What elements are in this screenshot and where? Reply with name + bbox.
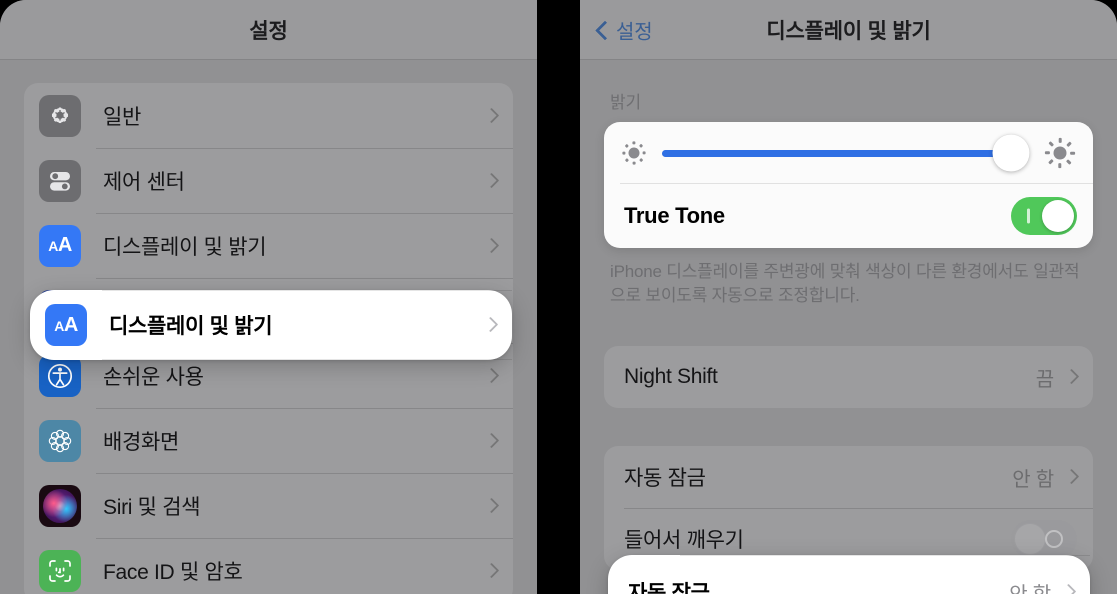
sidebar-item-face-id[interactable]: Face ID 및 암호 — [24, 538, 513, 594]
siri-icon — [39, 484, 81, 527]
sidebar-item-control-center[interactable]: 제어 센터 — [24, 148, 513, 213]
sun-high-icon — [1043, 136, 1077, 170]
chevron-right-icon — [486, 237, 497, 255]
settings-list-scroll[interactable]: 일반 제어 센터 AA 디스플레이 및 밝기 손쉬운 사용 배경화면 Siri … — [0, 83, 537, 594]
chevron-right-icon — [486, 432, 497, 450]
chevron-right-icon — [486, 562, 497, 580]
sidebar-item-label: Siri 및 검색 — [103, 495, 201, 519]
chevron-right-icon — [486, 497, 497, 515]
wallpaper-icon — [39, 419, 81, 462]
sun-low-icon — [620, 139, 648, 167]
display-aa-icon: AA — [45, 304, 87, 346]
display-navbar: 설정 디스플레이 및 밝기 — [580, 0, 1117, 60]
sidebar-item-label: 일반 — [103, 105, 142, 129]
auto-lock-row-highlighted[interactable]: 자동 잠금 안 함 — [608, 555, 1090, 594]
night-shift-row[interactable]: Night Shift 끔 — [604, 346, 1093, 408]
auto-lock-group: 자동 잠금 안 함 들어서 깨우기 — [604, 446, 1093, 571]
settings-navbar: 설정 — [0, 0, 537, 60]
night-shift-label: Night Shift — [624, 365, 718, 389]
true-tone-label: True Tone — [624, 203, 725, 228]
screenshot-root: 설정 일반 제어 센터 AA 디스플레이 및 밝기 손쉬운 사용 배경화면 Si… — [0, 0, 1117, 594]
control-center-icon — [39, 159, 81, 202]
sidebar-item-general[interactable]: 일반 — [24, 83, 513, 148]
display-brightness-panel: 설정 디스플레이 및 밝기 밝기 True Tone iPhone 디스플레이를… — [580, 0, 1117, 594]
sidebar-item-display-brightness-base[interactable]: AA 디스플레이 및 밝기 — [24, 213, 513, 278]
auto-lock-label: 자동 잠금 — [624, 467, 706, 491]
sidebar-item-siri-search[interactable]: Siri 및 검색 — [24, 473, 513, 538]
chevron-right-icon — [1063, 583, 1074, 594]
accessibility-icon — [39, 354, 81, 397]
raise-to-wake-label: 들어서 깨우기 — [624, 529, 744, 553]
sidebar-item-label: 디스플레이 및 밝기 — [103, 235, 267, 259]
sidebar-item-label: 디스플레이 및 밝기 — [109, 315, 273, 338]
brightness-slider-fill — [662, 149, 1011, 157]
settings-list-panel: 설정 일반 제어 센터 AA 디스플레이 및 밝기 손쉬운 사용 배경화면 Si… — [0, 0, 537, 594]
true-tone-footnote: iPhone 디스플레이를 주변광에 맞춰 색상이 다른 환경에서도 일관적으로… — [610, 262, 1080, 306]
raise-to-wake-toggle[interactable] — [1011, 520, 1077, 559]
brightness-slider-row[interactable] — [604, 122, 1093, 184]
sidebar-item-label: 제어 센터 — [103, 170, 185, 194]
toggle-knob — [1014, 523, 1046, 556]
auto-lock-label: 자동 잠금 — [628, 582, 710, 594]
night-shift-group: Night Shift 끔 — [604, 346, 1093, 409]
true-tone-toggle[interactable] — [1011, 197, 1077, 235]
chevron-right-icon — [1066, 368, 1077, 386]
brightness-slider-knob[interactable] — [992, 134, 1030, 172]
page-title: 설정 — [249, 20, 288, 43]
night-shift-value: 끔 — [1035, 368, 1054, 391]
brightness-slider[interactable] — [662, 134, 1030, 172]
chevron-right-icon — [1066, 468, 1077, 486]
chevron-right-icon — [486, 172, 497, 190]
chevron-right-icon — [485, 316, 496, 334]
brightness-section-label: 밝기 — [610, 93, 641, 112]
auto-lock-value: 안 함 — [1012, 468, 1054, 491]
true-tone-row[interactable]: True Tone — [604, 184, 1093, 248]
auto-lock-row-base[interactable]: 자동 잠금 안 함 — [604, 446, 1093, 508]
sidebar-item-label: Face ID 및 암호 — [103, 560, 243, 584]
back-button-label: 설정 — [616, 21, 653, 44]
toggle-knob — [1042, 200, 1074, 232]
sidebar-item-label: 배경화면 — [103, 430, 180, 454]
sidebar-item-label: 손쉬운 사용 — [103, 365, 204, 389]
gear-icon — [39, 94, 81, 137]
face-id-icon — [39, 549, 81, 592]
auto-lock-value: 안 함 — [1009, 578, 1051, 594]
chevron-right-icon — [486, 107, 497, 125]
display-aa-icon: AA — [39, 224, 81, 267]
display-settings-scroll[interactable]: 밝기 True Tone iPhone 디스플레이를 주변광에 맞춰 색상이 다… — [580, 88, 1117, 594]
sidebar-item-wallpaper[interactable]: 배경화면 — [24, 408, 513, 473]
sidebar-item-display-brightness-highlighted[interactable]: AA 디스플레이 및 밝기 — [30, 290, 512, 360]
page-title: 디스플레이 및 밝기 — [766, 20, 931, 43]
chevron-left-icon — [596, 19, 609, 41]
brightness-card: True Tone — [604, 122, 1093, 248]
back-button[interactable]: 설정 — [596, 16, 653, 45]
chevron-right-icon — [486, 367, 497, 385]
